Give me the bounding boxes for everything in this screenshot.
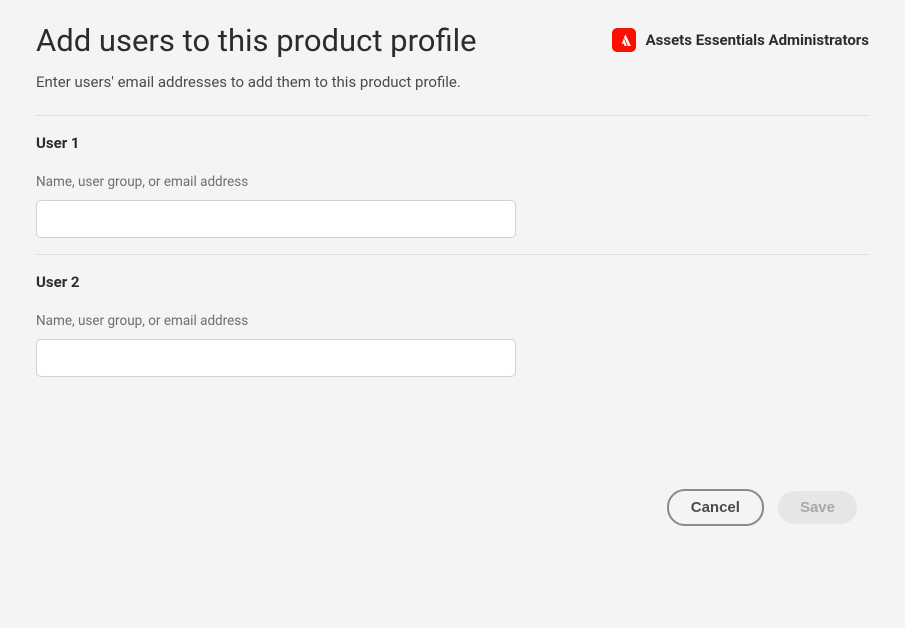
save-button[interactable]: Save: [778, 491, 857, 524]
adobe-logo-icon: [616, 32, 632, 48]
cancel-button[interactable]: Cancel: [667, 489, 764, 526]
user-input-1[interactable]: [36, 200, 516, 238]
user-block-1: User 1 Name, user group, or email addres…: [36, 134, 869, 238]
field-label: Name, user group, or email address: [36, 313, 869, 329]
user-section-title: User 1: [36, 134, 869, 152]
divider: [36, 254, 869, 255]
user-block-2: User 2 Name, user group, or email addres…: [36, 273, 869, 377]
adobe-icon: [612, 28, 636, 52]
user-section-title: User 2: [36, 273, 869, 291]
divider: [36, 115, 869, 116]
dialog-actions: Cancel Save: [667, 489, 857, 526]
dialog-header: Add users to this product profile Assets…: [36, 22, 869, 73]
dialog-subtitle: Enter users' email addresses to add them…: [36, 73, 869, 91]
field-label: Name, user group, or email address: [36, 174, 869, 190]
product-name: Assets Essentials Administrators: [646, 31, 869, 49]
product-badge: Assets Essentials Administrators: [612, 28, 869, 52]
user-input-2[interactable]: [36, 339, 516, 377]
page-title: Add users to this product profile: [36, 22, 477, 59]
